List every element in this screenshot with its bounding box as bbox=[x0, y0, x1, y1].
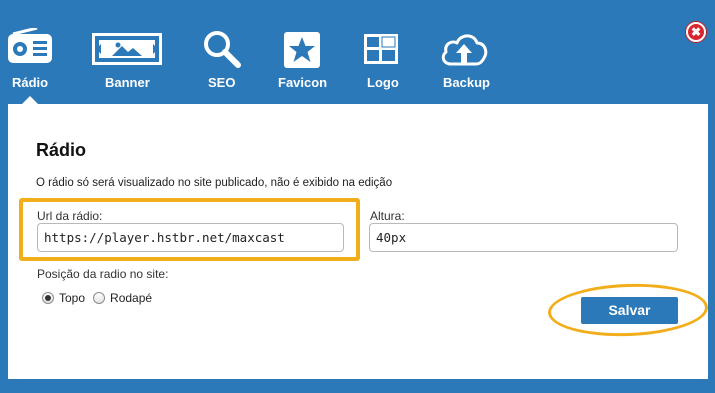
url-label: Url da rádio: bbox=[37, 209, 103, 223]
tab-label: SEO bbox=[208, 75, 236, 90]
tab-label: Favicon bbox=[278, 75, 328, 90]
save-button[interactable]: Salvar bbox=[581, 297, 678, 324]
panel-title: Rádio bbox=[36, 140, 87, 160]
close-icon: ✖ bbox=[690, 25, 702, 39]
logo-icon bbox=[364, 34, 398, 69]
radio-url-input[interactable]: https://player.hstbr.net/maxcast bbox=[37, 223, 344, 252]
tab-label: Backup bbox=[443, 75, 490, 90]
tab-favicon[interactable]: Favicon bbox=[276, 0, 328, 105]
tab-label: Rádio bbox=[12, 75, 49, 90]
radio-topo[interactable] bbox=[42, 292, 54, 304]
radio-rodape-label: Rodapé bbox=[110, 291, 153, 305]
image-icon bbox=[92, 33, 162, 70]
cloud-upload-icon bbox=[439, 30, 489, 75]
position-label: Posição da radio no site: bbox=[37, 267, 169, 281]
tab-banner[interactable]: Banner bbox=[90, 0, 164, 105]
search-icon bbox=[202, 30, 242, 73]
radio-rodape[interactable] bbox=[93, 292, 106, 304]
tab-label: Banner bbox=[105, 75, 150, 90]
tab-bar: Rádio Banner SEO Favicon Logo Backup bbox=[0, 0, 715, 106]
tab-radio[interactable]: Rádio bbox=[2, 0, 58, 106]
radio-panel: Rádio O rádio só será visualizado no sit… bbox=[8, 104, 709, 379]
radio-topo-label: Topo bbox=[59, 291, 86, 305]
tab-backup[interactable]: Backup bbox=[436, 0, 492, 105]
height-input[interactable]: 40px bbox=[369, 223, 678, 252]
tab-label: Logo bbox=[367, 75, 399, 90]
radio-icon bbox=[7, 26, 53, 69]
tab-seo[interactable]: SEO bbox=[200, 0, 244, 105]
tab-logo[interactable]: Logo bbox=[362, 0, 402, 105]
settings-dialog: Rádio Banner SEO Favicon Logo Backup ✖ R… bbox=[0, 0, 715, 393]
close-button[interactable]: ✖ bbox=[686, 22, 706, 42]
height-label: Altura: bbox=[370, 209, 405, 223]
panel-description: O rádio só será visualizado no site publ… bbox=[36, 177, 393, 189]
position-options: Topo Rodapé bbox=[42, 291, 152, 305]
star-icon bbox=[284, 32, 320, 73]
